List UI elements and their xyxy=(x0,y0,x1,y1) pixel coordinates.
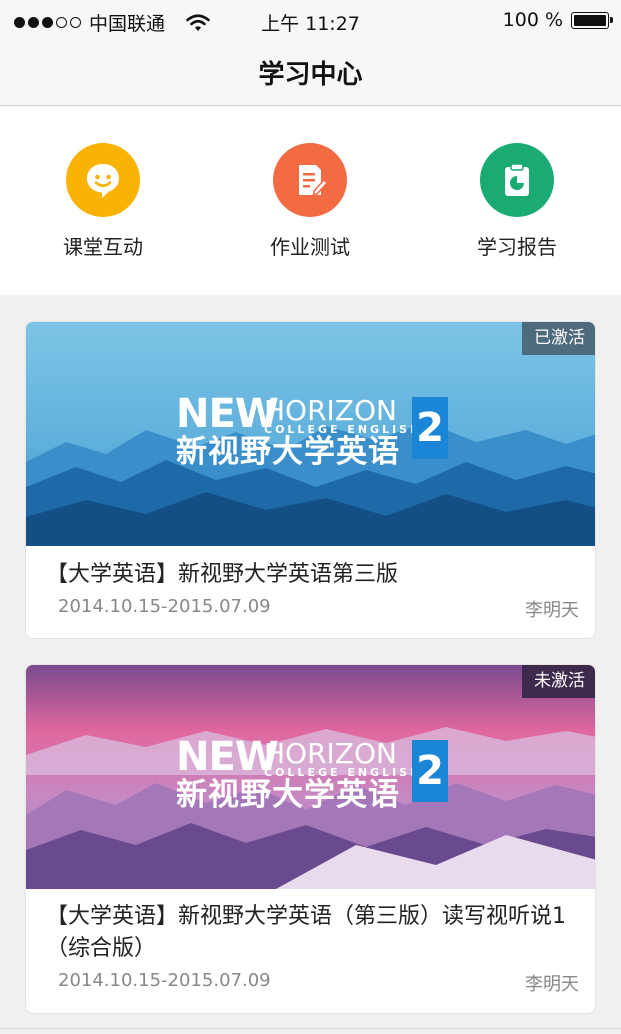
action-label: 作业测试 xyxy=(270,235,350,259)
logo-chinese-title: 新视野大学英语 xyxy=(176,434,400,470)
logo-volume-number: 2 xyxy=(412,397,448,459)
course-meta: 2014.10.15-2015.07.09 李明天 xyxy=(46,596,579,626)
course-teacher: 李明天 xyxy=(525,600,579,621)
status-right: 100 % xyxy=(502,9,613,31)
quick-actions: 课堂互动 作业测试 学习报告 xyxy=(0,107,621,295)
status-badge: 已激活 xyxy=(522,322,595,355)
status-bar: 中国联通 上午 11:27 100 % xyxy=(0,0,621,40)
smile-chat-icon xyxy=(66,143,140,217)
bottom-divider xyxy=(0,1028,621,1029)
course-logo: NEW HORIZON COLLEGE ENGLISH 新视野大学英语 2 xyxy=(176,394,451,474)
course-info: 【大学英语】新视野大学英语（第三版）读写视听说1（综合版） 2014.10.15… xyxy=(26,901,595,1000)
course-date-range: 2014.10.15-2015.07.09 xyxy=(58,596,271,617)
action-label: 学习报告 xyxy=(477,235,557,259)
logo-word-new: NEW xyxy=(176,734,279,780)
course-title: 【大学英语】新视野大学英语（第三版）读写视听说1（综合版） xyxy=(46,904,566,961)
course-meta: 2014.10.15-2015.07.09 李明天 xyxy=(46,970,579,1000)
document-edit-icon xyxy=(273,143,347,217)
course-card[interactable]: NEW HORIZON COLLEGE ENGLISH 新视野大学英语 2 未激… xyxy=(25,664,596,1014)
course-cover-image: NEW HORIZON COLLEGE ENGLISH 新视野大学英语 2 未激… xyxy=(26,665,595,889)
nav-bar: 学习中心 xyxy=(0,40,621,106)
course-logo: NEW HORIZON COLLEGE ENGLISH 新视野大学英语 2 xyxy=(176,737,451,817)
page-title: 学习中心 xyxy=(258,60,363,90)
course-title: 【大学英语】新视野大学英语第三版 xyxy=(46,562,399,587)
logo-volume-number: 2 xyxy=(412,740,448,802)
logo-chinese-title: 新视野大学英语 xyxy=(176,777,400,813)
course-teacher: 李明天 xyxy=(525,974,579,995)
course-info: 【大学英语】新视野大学英语第三版 2014.10.15-2015.07.09 李… xyxy=(26,559,595,626)
action-classroom-interaction[interactable]: 课堂互动 xyxy=(23,143,183,260)
action-homework-test[interactable]: 作业测试 xyxy=(230,143,390,260)
battery-percent: 100 % xyxy=(502,9,563,31)
battery-icon xyxy=(571,11,613,29)
course-card[interactable]: NEW HORIZON COLLEGE ENGLISH 新视野大学英语 2 已激… xyxy=(25,321,596,639)
status-badge: 未激活 xyxy=(522,665,595,698)
logo-word-new: NEW xyxy=(176,391,279,437)
course-date-range: 2014.10.15-2015.07.09 xyxy=(58,970,271,991)
action-label: 课堂互动 xyxy=(63,235,143,259)
course-cover-image: NEW HORIZON COLLEGE ENGLISH 新视野大学英语 2 已激… xyxy=(26,322,595,546)
action-learning-report[interactable]: 学习报告 xyxy=(437,143,597,260)
clipboard-chart-icon xyxy=(480,143,554,217)
